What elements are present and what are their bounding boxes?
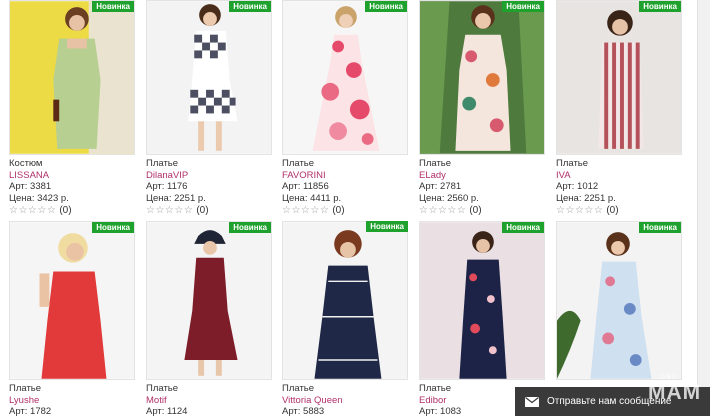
product-card[interactable]: Новинка Платье Motif Арт: 1124	[146, 221, 272, 418]
product-article: Арт: 11856	[282, 181, 329, 192]
product-article: Арт: 1176	[146, 181, 188, 192]
product-image[interactable]: Новинка	[556, 0, 682, 155]
new-badge: Новинка	[229, 222, 271, 233]
rating-count: (0)	[59, 205, 72, 216]
product-type: Платье	[419, 158, 452, 169]
product-card[interactable]: Новинка	[556, 221, 682, 380]
rating-count: (0)	[606, 205, 619, 216]
new-badge: Новинка	[229, 1, 271, 12]
new-badge: Новинка	[639, 1, 681, 12]
product-price: Цена: 2251 р.	[146, 192, 206, 204]
new-badge: Новинка	[365, 1, 407, 12]
product-image[interactable]: Новинка	[419, 221, 545, 380]
product-photo	[420, 222, 544, 379]
product-price: Цена: 3423 р.	[9, 192, 69, 204]
product-type: Платье	[282, 158, 315, 169]
product-image[interactable]: Новинка	[146, 0, 272, 155]
new-badge: Новинка	[502, 1, 544, 12]
star-rating-icons[interactable]: ☆☆☆☆☆	[146, 205, 193, 216]
product-article: Арт: 1012	[556, 181, 599, 192]
product-image[interactable]	[282, 221, 408, 380]
product-photo	[420, 1, 544, 154]
new-badge: Новинка	[366, 221, 408, 232]
product-photo	[147, 1, 271, 154]
product-card[interactable]: Новинка Платье ELady Арт: 2781 Цена: 256…	[419, 0, 545, 217]
product-type: Платье	[9, 383, 42, 394]
product-type: Платье	[146, 158, 179, 169]
page-scrollbar[interactable]	[697, 0, 710, 416]
product-card[interactable]: Новинка Костюм LISSANA Арт: 3381 Цена: 3…	[9, 0, 135, 217]
product-card[interactable]: Новинка Платье Lyushe Арт: 1782	[9, 221, 135, 418]
product-image[interactable]: Новинка	[282, 0, 408, 155]
product-photo	[10, 222, 134, 379]
product-photo	[557, 1, 681, 154]
product-brand-link[interactable]: Vittoria Queen	[282, 395, 408, 407]
product-photo	[283, 1, 407, 154]
product-type: Платье	[556, 158, 589, 169]
product-grid: Новинка Костюм LISSANA Арт: 3381 Цена: 3…	[0, 0, 710, 418]
product-card[interactable]: Платье Vittoria Queen Арт: 5883 Новинка	[282, 221, 408, 418]
mail-icon	[525, 396, 539, 407]
product-price: Цена: 2251 р.	[556, 192, 616, 204]
rating-count: (0)	[196, 205, 209, 216]
product-photo	[283, 222, 407, 379]
star-rating-icons[interactable]: ☆☆☆☆☆	[556, 205, 603, 216]
new-badge: Новинка	[639, 222, 681, 233]
product-type: Костюм	[9, 158, 43, 169]
product-brand-link[interactable]: ELady	[419, 170, 545, 182]
watermark-small-text: ОБЗ	[660, 374, 678, 381]
product-price: Цена: 4411 р.	[282, 192, 342, 204]
product-rating[interactable]: ☆☆☆☆☆ (0)	[419, 205, 545, 217]
product-brand-link[interactable]: LISSANA	[9, 170, 135, 182]
product-card[interactable]: Новинка Платье FAVORINI Арт: 11856 Цена:…	[282, 0, 408, 217]
product-brand-link[interactable]: Lyushe	[9, 395, 135, 407]
product-image[interactable]: Новинка	[9, 221, 135, 380]
product-image[interactable]: Новинка	[419, 0, 545, 155]
product-rating[interactable]: ☆☆☆☆☆ (0)	[556, 205, 682, 217]
product-rating[interactable]: ☆☆☆☆☆ (0)	[9, 205, 135, 217]
product-article: Арт: 3381	[9, 181, 52, 192]
product-type: Платье	[146, 383, 179, 394]
product-price: Цена: 2560 р.	[419, 192, 479, 204]
star-rating-icons[interactable]: ☆☆☆☆☆	[9, 205, 56, 216]
rating-count: (0)	[332, 205, 345, 216]
product-image[interactable]: Новинка	[146, 221, 272, 380]
product-image[interactable]: Новинка	[9, 0, 135, 155]
star-rating-icons[interactable]: ☆☆☆☆☆	[419, 205, 466, 216]
product-brand-link[interactable]: FAVORINI	[282, 170, 408, 182]
watermark-text: MAM	[648, 381, 702, 404]
product-card[interactable]: Новинка Платье IVA Арт: 1012 Цена: 2251 …	[556, 0, 682, 217]
product-rating[interactable]: ☆☆☆☆☆ (0)	[282, 205, 408, 217]
rating-count: (0)	[469, 205, 482, 216]
new-badge: Новинка	[92, 222, 134, 233]
product-photo	[557, 222, 681, 379]
product-brand-link[interactable]: DilanaVIP	[146, 170, 272, 182]
product-article: Арт: 2781	[419, 181, 462, 192]
product-brand-link[interactable]: IVA	[556, 170, 682, 182]
product-type: Платье	[282, 383, 315, 394]
site-watermark: ОБЗ MAM	[648, 374, 702, 405]
product-card[interactable]: Новинка Платье DilanaVIP Арт: 1176 Цена:…	[146, 0, 272, 217]
new-badge: Новинка	[92, 1, 134, 12]
new-badge: Новинка	[502, 222, 544, 233]
product-photo	[147, 222, 271, 379]
product-photo	[10, 1, 134, 154]
product-image[interactable]: Новинка	[556, 221, 682, 380]
star-rating-icons[interactable]: ☆☆☆☆☆	[282, 205, 329, 216]
product-rating[interactable]: ☆☆☆☆☆ (0)	[146, 205, 272, 217]
product-brand-link[interactable]: Motif	[146, 395, 272, 407]
